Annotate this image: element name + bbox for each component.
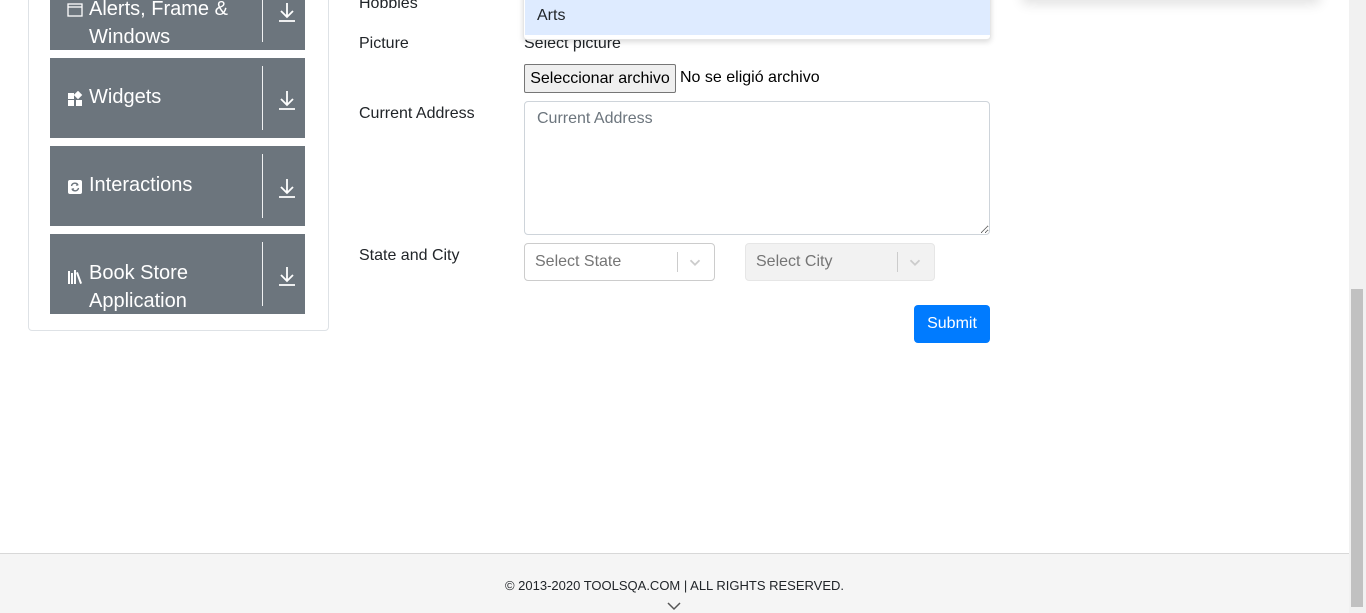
window-icon	[67, 3, 83, 17]
chevron-down-icon[interactable]	[666, 600, 682, 612]
picture-label: Picture	[359, 35, 409, 52]
download-arrow-icon[interactable]	[276, 0, 298, 24]
download-arrow-icon[interactable]	[276, 176, 298, 200]
download-arrow-icon[interactable]	[276, 88, 298, 112]
select-separator	[677, 252, 678, 272]
divider	[262, 154, 263, 218]
sidebar-group-label-line1: Book Store	[89, 262, 188, 284]
sidebar-group-interactions[interactable]: Interactions	[50, 146, 305, 226]
sidebar-group-label-line1: Alerts, Frame &	[89, 0, 228, 20]
state-and-city-label: State and City	[359, 247, 460, 264]
submit-button[interactable]: Submit	[914, 305, 990, 343]
widgets-icon	[68, 91, 83, 106]
footer: © 2013-2020 TOOLSQA.COM | ALL RIGHTS RES…	[0, 553, 1349, 613]
current-address-label: Current Address	[359, 105, 475, 122]
copyright-text: © 2013-2020 TOOLSQA.COM | ALL RIGHTS RES…	[504, 578, 845, 593]
current-address-textarea[interactable]	[524, 101, 990, 235]
state-select-placeholder: Select State	[535, 253, 622, 270]
sidebar-group-book-store-application[interactable]: Book Store Application	[50, 234, 305, 314]
hobbies-label: Hobbies	[359, 0, 418, 12]
city-select: Select City	[745, 243, 935, 281]
interactions-icon	[68, 180, 82, 194]
file-status-text: No se eligió archivo	[680, 69, 820, 86]
dropdown-option-arts[interactable]: Arts	[525, 0, 990, 35]
book-store-icon	[68, 270, 82, 284]
subjects-dropdown-menu: Arts	[523, 0, 991, 40]
sidebar-group-widgets[interactable]: Widgets	[50, 58, 305, 138]
vertical-scrollbar[interactable]	[1349, 0, 1366, 613]
sidebar-group-label-line2: Application	[89, 290, 187, 312]
page: Alerts, Frame & Windows Widgets Interact…	[0, 0, 1366, 613]
city-select-placeholder: Select City	[756, 253, 833, 270]
divider	[262, 0, 263, 42]
divider	[262, 66, 263, 130]
select-separator	[897, 252, 898, 272]
download-arrow-icon[interactable]	[276, 264, 298, 288]
state-select[interactable]: Select State	[524, 243, 715, 281]
divider	[262, 242, 263, 306]
sidebar-group-label-line2: Windows	[89, 26, 171, 48]
sidebar-group-label: Interactions	[89, 174, 193, 196]
sidebar-group-alerts-frame-windows[interactable]: Alerts, Frame & Windows	[50, 0, 305, 50]
sidebar-group-label: Widgets	[89, 86, 162, 108]
choose-file-button[interactable]: Seleccionar archivo	[524, 64, 676, 93]
chevron-down-icon[interactable]	[686, 253, 704, 271]
scrollbar-thumb[interactable]	[1351, 289, 1363, 607]
chevron-down-icon	[909, 259, 921, 266]
